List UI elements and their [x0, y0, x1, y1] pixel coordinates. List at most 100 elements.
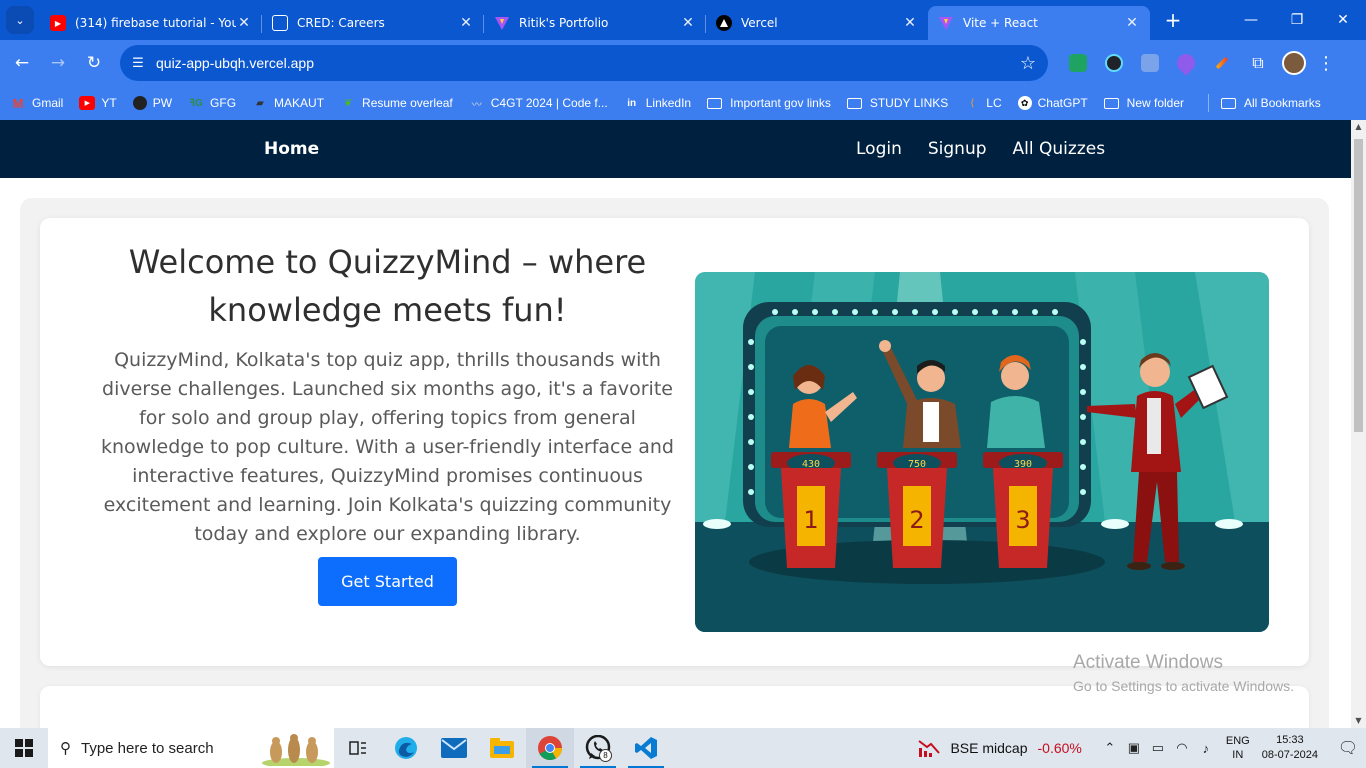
url-text[interactable]: quiz-app-ubqh.vercel.app [156, 55, 1008, 71]
taskbar-file-explorer[interactable] [478, 728, 526, 768]
chrome-menu-icon[interactable]: ⋮ [1312, 53, 1340, 74]
battery-icon[interactable]: ▭ [1146, 740, 1170, 756]
bookmark-c4gt[interactable]: 〰 C4GT 2024 | Code f... [469, 96, 608, 111]
volume-icon[interactable]: ♪ [1194, 741, 1218, 756]
nav-signup-link[interactable]: Signup [928, 139, 987, 159]
bookmark-overleaf[interactable]: ❦ Resume overleaf [340, 96, 453, 110]
extensions-puzzle-icon[interactable]: ⧉ [1240, 48, 1276, 78]
bookmark-yt[interactable]: ▶ YT [79, 96, 117, 110]
tab-strip: ⌄ ▶ (314) firebase tutorial - YouTube ✕ … [0, 0, 1366, 40]
bookmark-makaut[interactable]: ▰ MAKAUT [252, 96, 324, 110]
leetcode-icon: ⟨ [970, 97, 975, 109]
chrome-icon [538, 736, 562, 761]
linkedin-icon: in [627, 97, 637, 109]
scroll-up-arrow-icon[interactable]: ▲ [1351, 120, 1366, 134]
bookmark-pw[interactable]: PW [132, 96, 172, 110]
search-icon: ⚲ [60, 740, 71, 757]
folder-icon [1221, 97, 1237, 109]
close-tab-icon[interactable]: ✕ [680, 15, 696, 31]
bookmark-label: LinkedIn [645, 96, 692, 110]
notification-center-icon[interactable]: 🗨 [1330, 738, 1366, 758]
back-button[interactable]: ← [4, 45, 40, 81]
pw-icon [132, 96, 147, 110]
tab-search-button[interactable]: ⌄ [6, 6, 34, 34]
forward-button[interactable]: → [40, 45, 76, 81]
close-window-button[interactable]: ✕ [1320, 0, 1366, 40]
pen-extension-icon[interactable] [1204, 48, 1240, 78]
bookmark-label: LC [986, 96, 1002, 110]
page-scrollbar[interactable]: ▲ ▼ [1351, 120, 1366, 728]
window-controls: — ❐ ✕ [1228, 0, 1366, 40]
close-tab-icon[interactable]: ✕ [902, 15, 918, 31]
close-tab-icon[interactable]: ✕ [1124, 15, 1140, 31]
windows-logo-icon [15, 739, 33, 757]
taskbar-edge[interactable] [382, 728, 430, 768]
task-view-button[interactable] [334, 728, 382, 768]
language-indicator[interactable]: ENG IN [1226, 734, 1250, 762]
bookmark-linkedin[interactable]: in LinkedIn [624, 96, 691, 110]
meet-now-icon[interactable]: ▣ [1122, 740, 1146, 756]
reload-button[interactable]: ↻ [76, 45, 112, 81]
podium-1-number: 1 [803, 506, 818, 534]
all-bookmarks[interactable]: All Bookmarks [1221, 96, 1321, 110]
bookmark-gfg[interactable]: ꟻG GFG [188, 96, 236, 110]
clock-date: 08-07-2024 [1261, 749, 1318, 761]
folder-icon [707, 97, 723, 109]
scroll-down-arrow-icon[interactable]: ▼ [1351, 714, 1366, 728]
overleaf-icon: ❦ [343, 97, 353, 109]
browser-tab-active[interactable]: Vite + React ✕ [928, 6, 1150, 40]
close-tab-icon[interactable]: ✕ [458, 15, 474, 31]
close-tab-icon[interactable]: ✕ [236, 15, 252, 31]
new-tab-button[interactable]: + [1158, 8, 1188, 32]
extension-icon[interactable] [1132, 48, 1168, 78]
site-info-icon[interactable]: ☰ [120, 56, 156, 71]
windows-start-button[interactable] [0, 728, 48, 768]
page-viewport: Home Login Signup All Quizzes Welcome to… [0, 120, 1351, 728]
bookmark-gmail[interactable]: M Gmail [10, 96, 64, 111]
nav-login-link[interactable]: Login [856, 139, 902, 159]
scrollbar-thumb[interactable] [1354, 139, 1363, 432]
tab-title: Ritik's Portfolio [519, 16, 609, 30]
bookmark-lc[interactable]: ⟨ LC [964, 96, 1001, 110]
react-devtools-icon[interactable] [1096, 48, 1132, 78]
folder-icon [846, 97, 862, 109]
taskbar-clock[interactable]: 15:33 08-07-2024 [1262, 733, 1318, 763]
taskbar-search-box[interactable]: ⚲ Type here to search [48, 728, 334, 768]
get-started-button[interactable]: Get Started [318, 557, 457, 606]
taskbar-mail[interactable] [430, 728, 478, 768]
nav-links: Login Signup All Quizzes [856, 139, 1105, 159]
bookmark-label: MAKAUT [274, 96, 325, 110]
clock-time: 15:33 [1276, 734, 1304, 746]
stock-widget[interactable]: BSE midcap -0.60% [918, 738, 1082, 758]
taskbar-vscode[interactable] [622, 728, 670, 768]
taskbar-chrome[interactable] [526, 728, 574, 768]
chevron-up-icon[interactable]: ⌃ [1098, 740, 1122, 756]
makaut-icon: ▰ [256, 97, 264, 109]
stock-name: BSE midcap [950, 740, 1028, 756]
tab-title: Vite + React [963, 16, 1038, 30]
extension-drop-icon[interactable] [1168, 48, 1204, 78]
browser-tab[interactable]: Vercel ✕ [706, 6, 928, 40]
bookmark-folder-gov[interactable]: Important gov links [707, 96, 831, 110]
chatgpt-icon: ✿ [1017, 96, 1032, 110]
nav-home-link[interactable]: Home [264, 139, 319, 159]
watermark-subtitle: Go to Settings to activate Windows. [1073, 678, 1294, 694]
bookmark-folder-new[interactable]: New folder [1103, 96, 1184, 110]
browser-tab[interactable]: Ritik's Portfolio ✕ [484, 6, 706, 40]
sheets-extension-icon[interactable] [1060, 48, 1096, 78]
bookmark-star-icon[interactable]: ☆ [1008, 53, 1048, 74]
bookmark-folder-study[interactable]: STUDY LINKS [846, 96, 948, 110]
restore-button[interactable]: ❐ [1274, 0, 1320, 40]
bookmark-chatgpt[interactable]: ✿ ChatGPT [1017, 96, 1088, 110]
address-bar[interactable]: ☰ quiz-app-ubqh.vercel.app ☆ [120, 45, 1048, 81]
nav-all-quizzes-link[interactable]: All Quizzes [1013, 139, 1106, 159]
taskbar-whatsapp[interactable]: 8 [574, 728, 622, 768]
search-highlight-meerkats-icon [262, 734, 330, 766]
system-tray: BSE midcap -0.60% ⌃ ▣ ▭ ◠ ♪ ENG IN 15:33… [918, 728, 1366, 768]
profile-avatar[interactable] [1276, 48, 1312, 78]
browser-tab[interactable]: CRED: Careers ✕ [262, 6, 484, 40]
tab-title: CRED: Careers [297, 16, 385, 30]
wifi-icon[interactable]: ◠ [1170, 740, 1194, 756]
browser-tab[interactable]: ▶ (314) firebase tutorial - YouTube ✕ [40, 6, 262, 40]
minimize-button[interactable]: — [1228, 0, 1274, 40]
